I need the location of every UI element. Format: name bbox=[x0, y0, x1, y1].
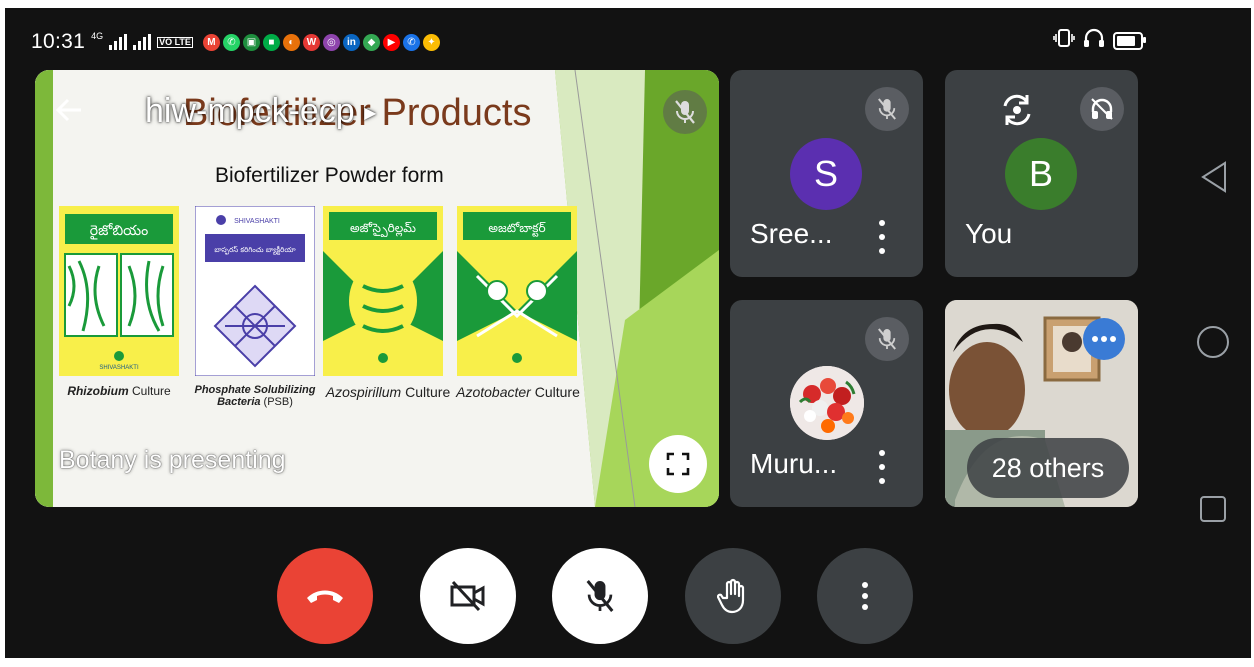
caption-italic: Azotobacter bbox=[456, 384, 531, 400]
more-options-icon[interactable] bbox=[876, 450, 888, 484]
presenting-label: Botany is presenting bbox=[59, 446, 286, 474]
whatsapp-icon: ✆ bbox=[222, 33, 240, 51]
participant-tile-muru[interactable]: Muru... bbox=[730, 300, 923, 507]
packet-header: రైజోబియం bbox=[90, 223, 148, 240]
caption-rest: Culture bbox=[128, 384, 171, 398]
mic-toggle-button[interactable] bbox=[552, 548, 648, 644]
hand-icon bbox=[717, 578, 745, 614]
participant-tile-you[interactable]: B You bbox=[945, 70, 1138, 277]
youtube-icon: ▶ bbox=[382, 33, 400, 51]
more-options-icon[interactable] bbox=[876, 220, 888, 254]
presentation-stream[interactable]: Biofertilizer Products hiw-mpck-ecp ▶ Bi… bbox=[35, 70, 719, 507]
headphones-status-icon bbox=[1083, 28, 1105, 53]
presenter-mic-off-icon bbox=[663, 90, 707, 134]
azotobacter-caption: Azotobacter Culture bbox=[453, 384, 583, 400]
status-bar-left: 10:31 4G VO LTE M ✆ ▣ ■ ◐ W ◎ in ◆ ▶ ✆ ✦ bbox=[31, 30, 440, 54]
nav-home-icon[interactable] bbox=[1195, 324, 1231, 360]
rhizobium-caption: Rhizobium Culture bbox=[53, 384, 185, 398]
mic-off-icon bbox=[865, 317, 909, 361]
network-type-label: 4G bbox=[91, 30, 104, 41]
azospirillum-packet-image: అజోస్పైరిల్లమ్ bbox=[323, 206, 443, 376]
participant-name: Sree... bbox=[750, 218, 833, 249]
psb-caption: Phosphate Solubilizing Bacteria (PSB) bbox=[185, 384, 325, 408]
avatar-sree: S bbox=[790, 138, 862, 210]
participant-name: You bbox=[965, 218, 1013, 249]
gemini-icon: ✦ bbox=[422, 33, 440, 51]
packet-header: అజటోబాక్టర్ bbox=[488, 221, 545, 237]
others-tile[interactable]: 28 others bbox=[945, 300, 1138, 507]
mic-off-icon bbox=[865, 87, 909, 131]
status-bar-right bbox=[1053, 28, 1146, 53]
packet-brand: SHIVASHAKTI bbox=[99, 365, 139, 371]
vibrate-icon bbox=[1053, 29, 1075, 52]
others-count-pill[interactable]: 28 others bbox=[967, 438, 1129, 498]
meeting-code[interactable]: hiw-mpck-ecp ▶ bbox=[145, 92, 376, 131]
more-options-button[interactable] bbox=[817, 548, 913, 644]
caption-italic: Rhizobium bbox=[67, 384, 129, 398]
wps-icon: W bbox=[302, 33, 320, 51]
camera-off-icon bbox=[450, 580, 485, 612]
participant-name: Muru... bbox=[750, 448, 838, 479]
nav-recents-icon[interactable] bbox=[1198, 494, 1228, 524]
gmail-icon: M bbox=[202, 33, 220, 51]
meet-icon: ■ bbox=[262, 33, 280, 51]
caption-italic: Phosphate Solubilizing Bacteria bbox=[194, 384, 316, 408]
avatar-you: B bbox=[1005, 138, 1077, 210]
fullscreen-button[interactable] bbox=[649, 435, 707, 493]
edge-icon: ◐ bbox=[282, 33, 300, 51]
signal-2-icon bbox=[133, 34, 152, 50]
caption-italic: Azospirillum bbox=[325, 384, 402, 400]
fullscreen-icon bbox=[666, 452, 690, 476]
maps-icon: ◆ bbox=[362, 33, 380, 51]
back-arrow-icon[interactable] bbox=[51, 92, 87, 128]
notification-icons: M ✆ ▣ ■ ◐ W ◎ in ◆ ▶ ✆ ✦ bbox=[202, 33, 440, 51]
camera-toggle-button[interactable] bbox=[420, 548, 516, 644]
meeting-code-text: hiw-mpck-ecp bbox=[145, 92, 355, 130]
nav-back-icon[interactable] bbox=[1197, 160, 1231, 194]
battery-icon bbox=[1113, 31, 1146, 50]
phone-icon: ✆ bbox=[402, 33, 420, 51]
participant-tile-sree[interactable]: S Sree... bbox=[730, 70, 923, 277]
psb-packet-image: SHIVASHAKTI బాస్ఫరస్ కరిగించు బ్యాక్టీరి… bbox=[194, 205, 316, 377]
azospirillum-caption: Azospirillum Culture bbox=[319, 384, 457, 400]
classroom-icon: ▣ bbox=[242, 33, 260, 51]
more-vert-icon bbox=[859, 582, 871, 610]
avatar-muru-photo bbox=[790, 366, 864, 440]
volte-badge: VO LTE bbox=[157, 36, 193, 48]
packet-header: బాస్ఫరస్ కరిగించు బ్యాక్టీరియా bbox=[214, 245, 296, 255]
packet-brand: SHIVASHAKTI bbox=[234, 218, 280, 225]
instagram-icon: ◎ bbox=[322, 33, 340, 51]
audio-output-icon[interactable] bbox=[1080, 87, 1124, 131]
caption-rest: Culture bbox=[530, 384, 580, 400]
status-time: 10:31 bbox=[31, 30, 86, 53]
caption-rest: (PSB) bbox=[260, 396, 293, 408]
rhizobium-packet-image: రైజోబియం SHIVASHAKTI bbox=[59, 206, 179, 376]
speaking-indicator-icon bbox=[1083, 318, 1125, 360]
switch-camera-icon[interactable] bbox=[997, 90, 1037, 135]
caption-rest: Culture bbox=[401, 384, 451, 400]
slide-subheading: Biofertilizer Powder form bbox=[215, 164, 444, 187]
azotobacter-packet-image: అజటోబాక్టర్ bbox=[457, 206, 577, 376]
raise-hand-button[interactable] bbox=[685, 548, 781, 644]
mic-off-control-icon bbox=[586, 580, 614, 612]
meet-call-screen: 10:31 4G VO LTE M ✆ ▣ ■ ◐ W ◎ in ◆ ▶ ✆ ✦ Biofertili… bbox=[5, 8, 1251, 658]
end-call-button[interactable] bbox=[277, 548, 373, 644]
signal-icon bbox=[109, 34, 128, 50]
hang-up-icon bbox=[307, 590, 343, 603]
chevron-right-icon: ▶ bbox=[364, 105, 377, 123]
linkedin-icon: in bbox=[342, 33, 360, 51]
